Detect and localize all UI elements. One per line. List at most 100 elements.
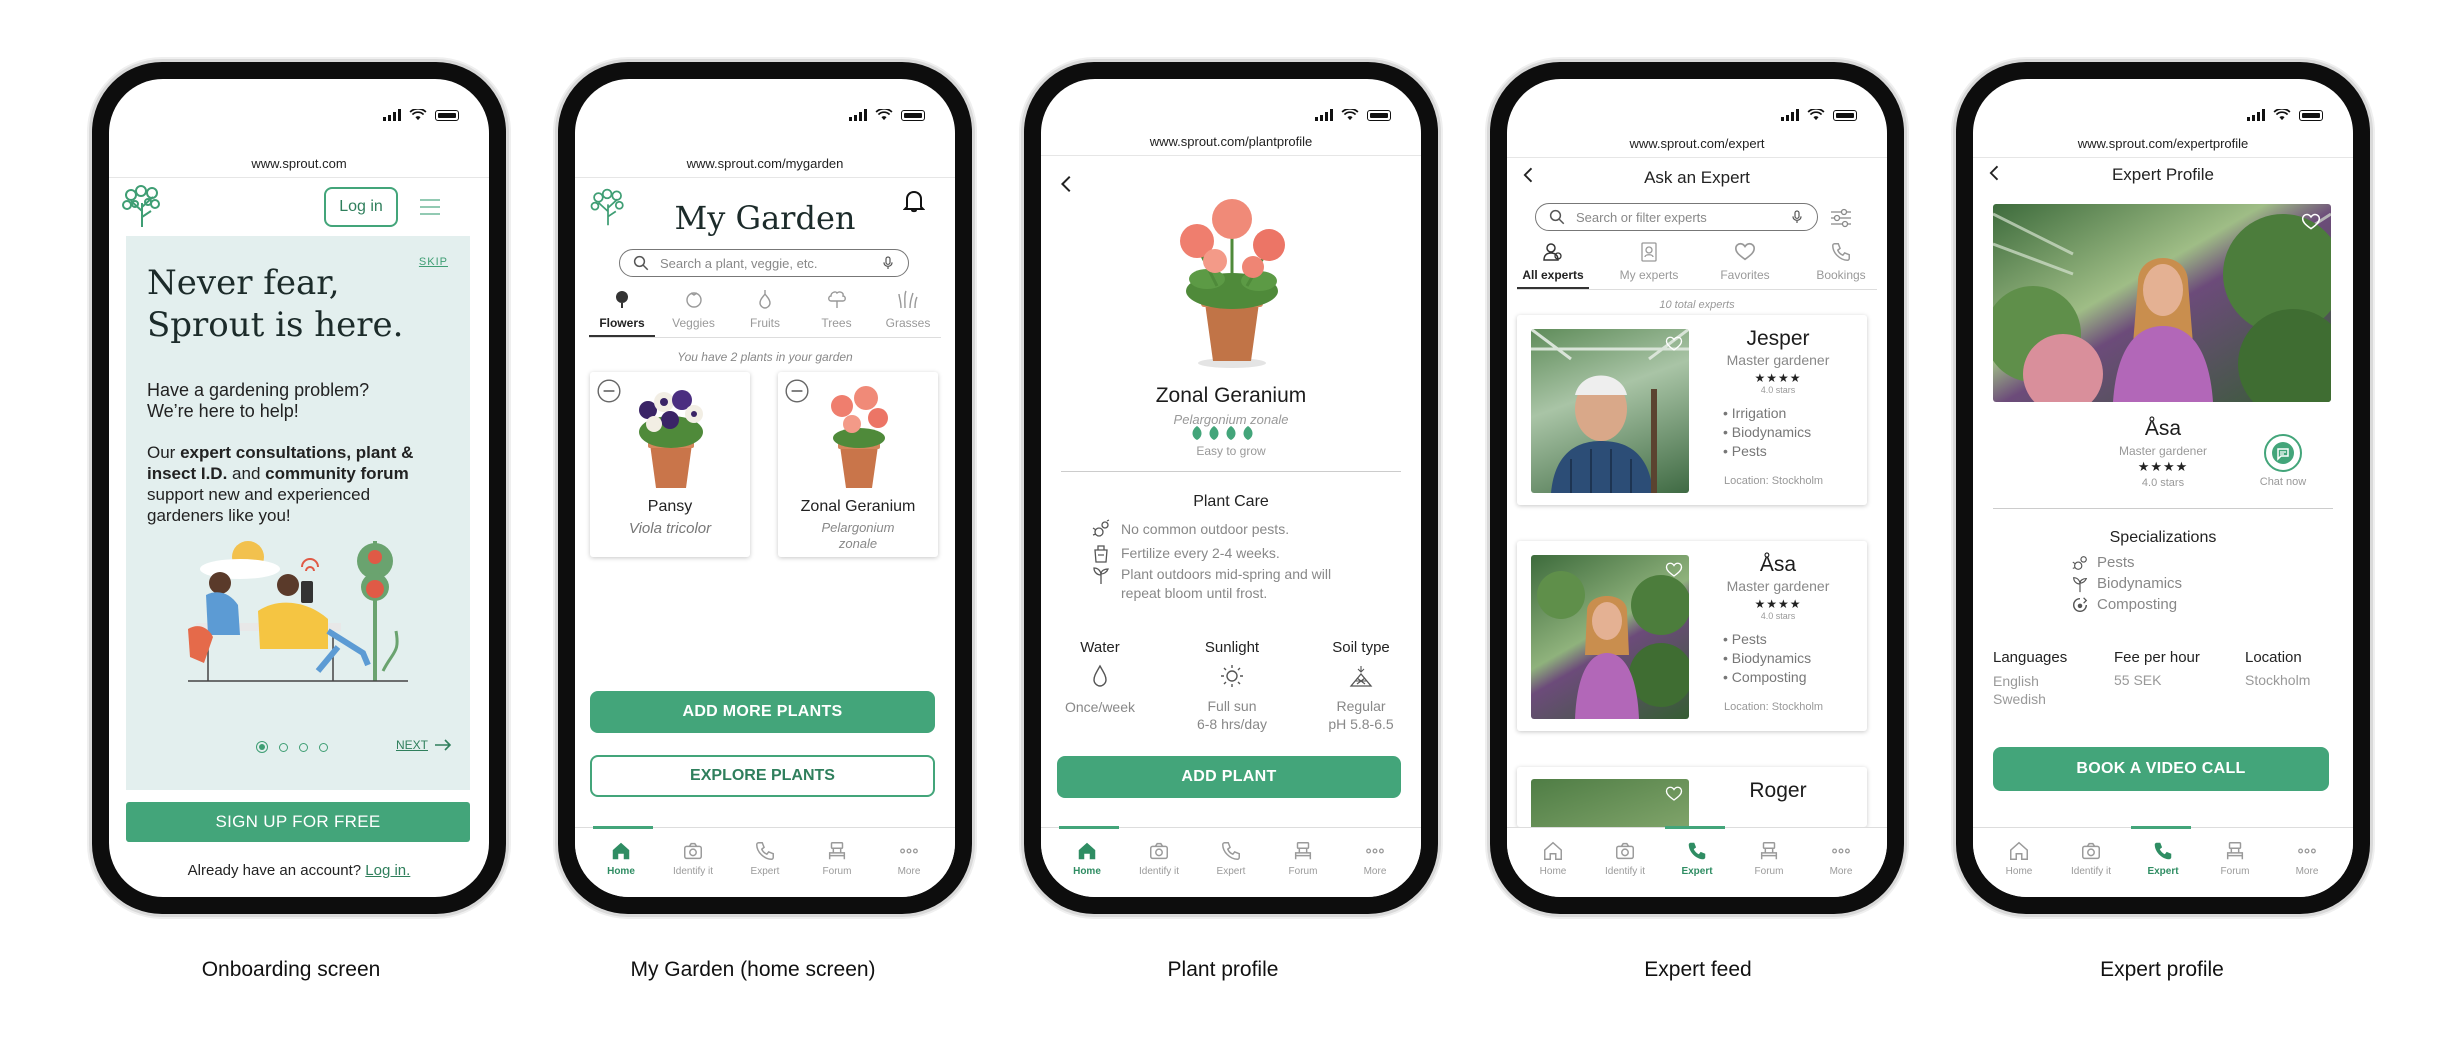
tab-grasses[interactable]: Grasses: [875, 289, 941, 337]
add-plant-button[interactable]: ADD PLANT: [1057, 756, 1401, 798]
add-more-plants-button[interactable]: ADD MORE PLANTS: [590, 691, 935, 733]
arrow-right-icon: [435, 739, 452, 751]
signal-icon: [2247, 109, 2265, 121]
bug-icon: [1092, 519, 1110, 537]
nav-home[interactable]: Home: [1989, 828, 2049, 897]
nav-identify[interactable]: Identify it: [1129, 828, 1189, 897]
signal-icon: [383, 109, 401, 121]
expert-specialties: Irrigation Biodynamics Pests: [1723, 404, 1811, 461]
pagination-dots: [256, 741, 328, 753]
nav-expert[interactable]: Expert: [2133, 828, 2193, 897]
tab-all-experts[interactable]: All experts: [1517, 241, 1589, 289]
page-dot[interactable]: [279, 742, 288, 752]
status-bar: [383, 107, 459, 123]
onboarding-body-text: Our expert consultations, plant & insect…: [147, 443, 414, 525]
heart-icon: [1734, 241, 1756, 263]
page-title: Expert Profile: [2111, 165, 2215, 184]
tab-bookings[interactable]: Bookings: [1805, 241, 1877, 289]
nav-forum[interactable]: Forum: [807, 828, 867, 897]
tab-trees[interactable]: Trees: [804, 289, 870, 337]
nav-identify[interactable]: Identify it: [1595, 828, 1655, 897]
status-bar: [1781, 107, 1857, 123]
nav-expert[interactable]: Expert: [1667, 828, 1727, 897]
remove-plant-icon[interactable]: [784, 378, 810, 404]
bottom-nav: Home Identify it Expert Forum More: [575, 826, 955, 897]
plant-profile-screen: www.sprout.com/plantprofile Zonal Gerani…: [1041, 79, 1421, 897]
caption-my-garden: My Garden (home screen): [630, 958, 876, 981]
plant-latin-name: Viola tricolor: [628, 520, 712, 537]
url-bar[interactable]: www.sprout.com/expertprofile: [1973, 136, 2353, 151]
fee-info: Fee per hour 55 SEK: [2114, 649, 2200, 688]
nav-home[interactable]: Home: [1057, 828, 1117, 897]
microphone-icon[interactable]: [880, 255, 896, 271]
nav-expert[interactable]: Expert: [735, 828, 795, 897]
tab-fruits[interactable]: Fruits: [732, 289, 798, 337]
login-button[interactable]: Log in: [324, 187, 398, 227]
nav-identify[interactable]: Identify it: [2061, 828, 2121, 897]
phone-onboarding: www.sprout.com Log in SKIP Never fear, S…: [92, 62, 506, 914]
expert-portrait-illustration: [1993, 212, 2331, 402]
leaf-icon: [1192, 426, 1202, 440]
forum-icon: [1758, 840, 1780, 862]
wifi-icon: [1807, 109, 1825, 121]
tab-favorites[interactable]: Favorites: [1709, 241, 1781, 289]
plant-card-pansy[interactable]: Pansy Viola tricolor: [590, 372, 750, 557]
battery-icon: [1833, 109, 1857, 121]
favorite-heart-icon[interactable]: [2301, 212, 2321, 232]
nav-more[interactable]: More: [2277, 828, 2337, 897]
difficulty-rating: [1190, 425, 1255, 441]
expert-photo-roger: [1531, 779, 1689, 827]
nav-home[interactable]: Home: [1523, 828, 1583, 897]
forum-icon: [2224, 840, 2246, 862]
expert-card[interactable]: Roger: [1517, 767, 1867, 827]
chat-now-button[interactable]: Chat now: [2253, 434, 2313, 488]
expert-search-input[interactable]: Search or filter experts: [1535, 203, 1818, 231]
nav-home[interactable]: Home: [591, 828, 651, 897]
search-icon: [632, 254, 650, 272]
plant-card-zonal-geranium[interactable]: Zonal Geranium Pelargonium zonale: [778, 372, 938, 557]
nav-more[interactable]: More: [879, 828, 939, 897]
nav-expert[interactable]: Expert: [1201, 828, 1261, 897]
url-bar[interactable]: www.sprout.com: [109, 156, 489, 171]
nav-more[interactable]: More: [1345, 828, 1405, 897]
nav-identify[interactable]: Identify it: [663, 828, 723, 897]
hamburger-menu-icon[interactable]: [419, 197, 441, 217]
expert-card[interactable]: Åsa Master gardener ★★★★ 4.0 stars Pests…: [1517, 541, 1867, 731]
book-video-call-button[interactable]: BOOK A VIDEO CALL: [1993, 747, 2329, 791]
home-icon: [1076, 840, 1098, 862]
remove-plant-icon[interactable]: [596, 378, 622, 404]
microphone-icon[interactable]: [1789, 209, 1805, 225]
login-link[interactable]: Log in.: [365, 862, 410, 879]
filter-sliders-icon[interactable]: [1830, 207, 1852, 229]
tab-my-experts[interactable]: My experts: [1613, 241, 1685, 289]
page-dot[interactable]: [299, 742, 308, 752]
explore-plants-button[interactable]: EXPLORE PLANTS: [590, 755, 935, 797]
url-bar[interactable]: www.sprout.com/expert: [1507, 136, 1887, 151]
expert-card[interactable]: Jesper Master gardener ★★★★ 4.0 stars Ir…: [1517, 315, 1867, 505]
expert-profile-screen: www.sprout.com/expertprofile Expert Prof…: [1973, 79, 2353, 897]
favorite-heart-icon[interactable]: [1665, 785, 1683, 803]
page-dot-active[interactable]: [256, 741, 268, 753]
url-bar[interactable]: www.sprout.com/mygarden: [575, 156, 955, 171]
tab-veggies[interactable]: Veggies: [661, 289, 727, 337]
expert-feed-screen: www.sprout.com/expert Ask an Expert Sear…: [1507, 79, 1887, 897]
favorite-heart-icon[interactable]: [1665, 335, 1683, 353]
back-arrow-icon[interactable]: [1056, 173, 1078, 195]
skip-link[interactable]: SKIP: [419, 256, 448, 268]
favorite-heart-icon[interactable]: [1665, 561, 1683, 579]
signup-button[interactable]: SIGN UP FOR FREE: [126, 802, 470, 842]
tab-flowers[interactable]: Flowers: [589, 289, 655, 337]
plant-search-input[interactable]: Search a plant, veggie, etc.: [619, 249, 909, 277]
nav-more[interactable]: More: [1811, 828, 1871, 897]
page-title: My Garden: [674, 199, 856, 237]
signal-icon: [1781, 109, 1799, 121]
next-link[interactable]: NEXT: [396, 738, 452, 752]
page-dot[interactable]: [319, 742, 328, 752]
url-bar[interactable]: www.sprout.com/plantprofile: [1041, 134, 1421, 149]
bell-icon[interactable]: [903, 189, 925, 213]
contact-card-icon: [1641, 242, 1657, 262]
plant-latin-name: Pelargonium zonale: [821, 520, 895, 551]
nav-forum[interactable]: Forum: [1273, 828, 1333, 897]
nav-forum[interactable]: Forum: [2205, 828, 2265, 897]
nav-forum[interactable]: Forum: [1739, 828, 1799, 897]
